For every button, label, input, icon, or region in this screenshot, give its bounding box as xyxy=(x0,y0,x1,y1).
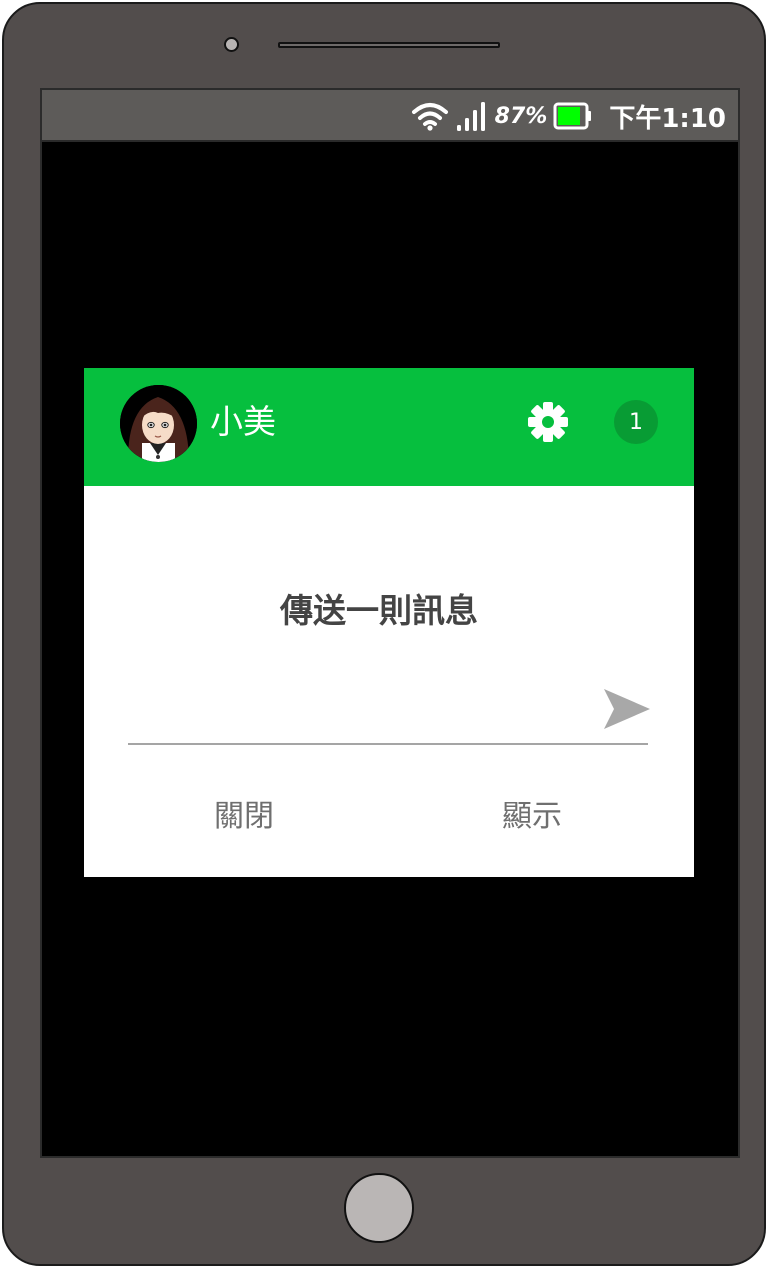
status-clock: 下午1:10 xyxy=(609,103,726,134)
close-button[interactable]: 關閉 xyxy=(214,791,274,835)
send-icon[interactable] xyxy=(602,687,652,731)
battery-percentage: 87% xyxy=(494,103,548,129)
contact-name: 小美 xyxy=(210,402,276,441)
status-bar: 87% 下午1:10 xyxy=(42,90,738,142)
dialog-prompt: 傳送一則訊息 xyxy=(280,591,478,630)
status-icons: 87% 下午1:10 xyxy=(411,90,726,142)
home-button[interactable] xyxy=(344,1173,414,1243)
signal-icon xyxy=(456,102,485,131)
earpiece-speaker xyxy=(278,42,500,48)
dialog-header: 小美 1 xyxy=(84,368,694,486)
wifi-icon xyxy=(411,103,448,131)
avatar-image xyxy=(120,385,197,462)
message-dialog: 小美 1 傳送一則訊息 關閉 顯示 xyxy=(84,368,694,877)
phone-screen: 87% 下午1:10 小美 1 傳送一則訊息 關閉 顯示 xyxy=(40,88,740,1158)
phone-frame: 87% 下午1:10 小美 1 傳送一則訊息 關閉 顯示 xyxy=(2,2,766,1266)
message-input[interactable] xyxy=(128,678,602,720)
battery-icon xyxy=(553,102,592,130)
show-button[interactable]: 顯示 xyxy=(502,791,562,835)
input-underline xyxy=(128,743,648,745)
front-camera xyxy=(224,37,239,52)
unread-count-badge: 1 xyxy=(614,400,658,444)
gear-icon[interactable] xyxy=(526,400,570,444)
contact-avatar[interactable] xyxy=(120,385,197,462)
